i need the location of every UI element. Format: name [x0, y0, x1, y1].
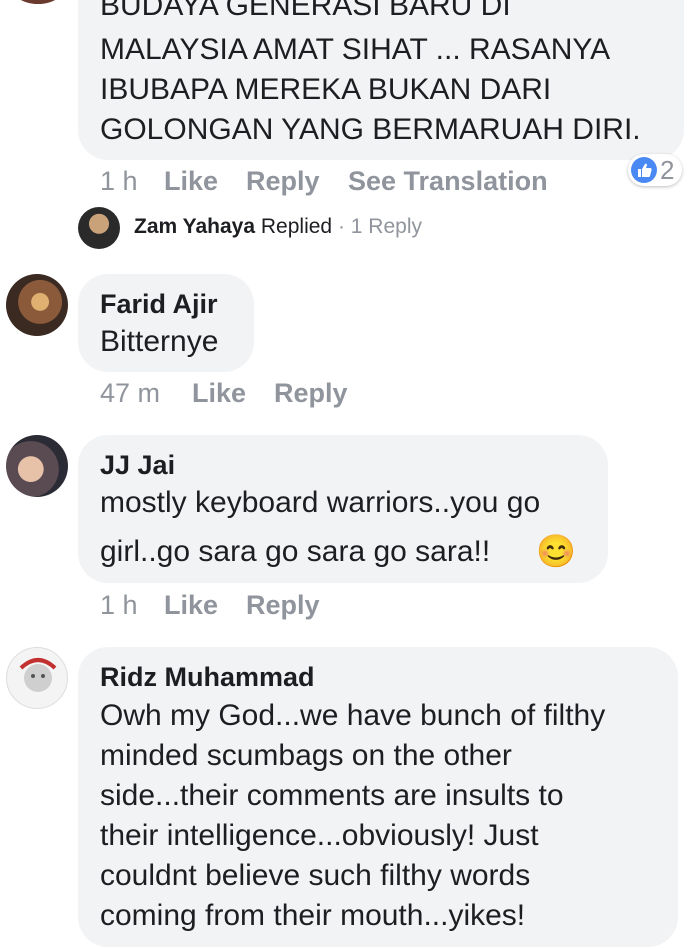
see-translation-button[interactable]: See Translation: [348, 166, 548, 197]
timestamp: 1 h: [100, 166, 138, 196]
timestamp: 47 m: [100, 378, 161, 408]
comment-2-line-1: Bitternye: [100, 325, 219, 358]
view-replies-link[interactable]: Zam Yahaya Replied · 1 Reply: [134, 215, 422, 239]
replier-name: Zam Yahaya: [134, 215, 256, 238]
comment-author[interactable]: JJ Jai: [100, 450, 175, 481]
like-button[interactable]: Like: [192, 378, 246, 409]
comment-1-actions: 1 h Like Reply See Translation: [100, 166, 600, 198]
comment-1-line-1: BUDAYA GENERASI BARU DI: [100, 0, 511, 22]
comment-4-line-6: coming from their mouth...yikes!: [100, 899, 526, 932]
reply-button[interactable]: Reply: [246, 166, 320, 197]
avatar-replier[interactable]: [78, 207, 120, 249]
comment-author[interactable]: Farid Ajir: [100, 289, 218, 320]
comment-3-line-1: mostly keyboard warriors..you go: [100, 486, 541, 519]
avatar-jj-jai[interactable]: [6, 435, 68, 497]
reply-button[interactable]: Reply: [246, 590, 320, 621]
comment-3-actions: 1 h Like Reply: [100, 590, 500, 622]
reply-count: 1 Reply: [350, 215, 422, 238]
timestamp: 1 h: [100, 590, 138, 620]
comment-1-line-3: IBUBAPA MEREKA BUKAN DARI: [100, 73, 552, 106]
comment-4-line-4: their intelligence...obviously! Just: [100, 819, 539, 852]
smiling-emoji: 😊: [536, 533, 576, 569]
comment-2-actions: 47 m Like Reply: [100, 378, 500, 410]
comment-4-line-2: minded scumbags on the other: [100, 739, 512, 772]
reaction-count: 2: [660, 155, 675, 185]
separator: ·: [337, 215, 345, 238]
comment-4-line-3: side...their comments are insults to: [100, 779, 564, 812]
comment-4-line-1: Owh my God...we have bunch of filthy: [100, 699, 606, 732]
replied-label: Replied: [260, 215, 333, 238]
like-icon: [631, 157, 657, 183]
reply-button[interactable]: Reply: [274, 378, 348, 409]
avatar-commenter-1[interactable]: [8, 0, 68, 4]
comment-1-line-2: MALAYSIA AMAT SIHAT ... RASANYA: [100, 33, 611, 66]
comment-author[interactable]: Ridz Muhammad: [100, 662, 315, 693]
like-button[interactable]: Like: [164, 166, 218, 197]
comment-1-line-4: GOLONGAN YANG BERMARUAH DIRI.: [100, 113, 641, 146]
avatar-ridz-muhammad[interactable]: [6, 647, 68, 709]
reaction-badge[interactable]: 2: [628, 154, 682, 186]
comment-4-line-5: couldnt believe such filthy words: [100, 859, 531, 892]
comment-3-line-2: girl..go sara go sara go sara!!: [100, 535, 491, 568]
avatar-farid-ajir[interactable]: [6, 274, 68, 336]
like-button[interactable]: Like: [164, 590, 218, 621]
